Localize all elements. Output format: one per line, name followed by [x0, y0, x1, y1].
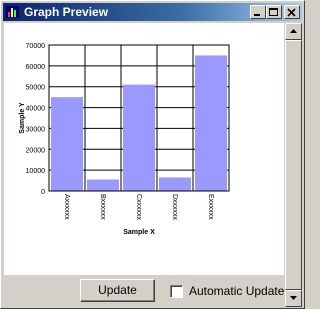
vertical-scrollbar[interactable]	[285, 23, 302, 307]
chart-area: 0 10000 20000 30000 40000 50000 60000 70000 Axxx…	[4, 23, 284, 275]
bar	[159, 177, 191, 191]
x-tick-label: Exxxxxx	[207, 194, 214, 220]
bar	[195, 55, 227, 191]
bar	[87, 179, 119, 191]
bar-chart: 0 10000 20000 30000 40000 50000 60000 70000 Axxx…	[19, 43, 230, 236]
control-bar: Update Automatic Update	[4, 275, 285, 307]
x-tick-label: Bxxxxxx	[99, 194, 106, 220]
close-icon	[287, 8, 296, 17]
update-button[interactable]: Update	[80, 279, 155, 302]
x-tick-label: Axxxxxx	[63, 194, 70, 220]
arrow-down-icon	[290, 296, 297, 300]
y-tick-label: 60000	[26, 64, 46, 71]
x-axis-label: Sample X	[123, 229, 155, 236]
scroll-down-button[interactable]	[285, 290, 302, 307]
graph-preview-window: Graph Preview 0 10000 20000 30000 40000 50000…	[0, 0, 305, 309]
bar-chart-icon	[6, 6, 19, 18]
bar	[51, 97, 83, 191]
maximize-button[interactable]	[266, 5, 282, 19]
close-button[interactable]	[284, 5, 300, 19]
x-tick-label: Dxxxxxx	[171, 194, 178, 221]
y-axis-label: Sample Y	[19, 102, 26, 134]
maximize-icon	[269, 8, 278, 16]
scroll-up-button[interactable]	[285, 23, 302, 40]
automatic-update-label: Automatic Update	[189, 284, 285, 298]
arrow-up-icon	[290, 29, 297, 33]
minimize-icon	[254, 14, 260, 16]
scroll-thumb[interactable]	[285, 40, 302, 290]
automatic-update-checkbox[interactable]	[170, 285, 183, 298]
minimize-button[interactable]	[250, 5, 266, 19]
x-tick-label: Cxxxxxx	[135, 194, 142, 221]
y-tick-label: 40000	[26, 106, 46, 113]
y-tick-label: 10000	[26, 168, 46, 175]
y-tick-label: 50000	[26, 85, 46, 92]
bar	[123, 84, 155, 191]
window-title: Graph Preview	[24, 5, 109, 19]
y-tick-label: 70000	[26, 43, 46, 50]
title-bar[interactable]: Graph Preview	[3, 3, 302, 21]
y-tick-label: 30000	[26, 126, 46, 133]
y-tick-label: 20000	[26, 147, 46, 154]
y-tick-label: 0	[41, 189, 45, 196]
